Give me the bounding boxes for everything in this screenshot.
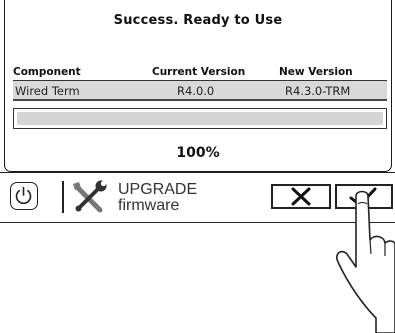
progress-percent: 100%	[176, 145, 220, 161]
pointing-hand-icon	[336, 190, 395, 333]
close-x-icon	[291, 187, 311, 206]
column-header-new-version: New Version	[279, 66, 353, 78]
power-button[interactable]	[10, 182, 38, 210]
cell-component: Wired Term	[15, 84, 80, 98]
toolbar-label-firmware: firmware	[118, 197, 180, 214]
cell-current-version: R4.0.0	[177, 84, 215, 98]
upgrade-status-panel: Success. Ready to Use Component Current …	[4, 0, 392, 172]
cancel-button[interactable]	[271, 184, 331, 209]
column-header-component: Component	[13, 66, 81, 78]
wrench-screwdriver-icon	[73, 180, 107, 213]
table-header: Component Current Version New Version	[13, 63, 387, 81]
table-row: Wired Term R4.0.0 R4.3.0-TRM	[13, 81, 387, 101]
column-header-current-version: Current Version	[152, 66, 246, 78]
progress-bar	[13, 108, 387, 129]
toolbar-label-upgrade: UPGRADE	[118, 181, 198, 198]
cell-new-version: R4.3.0-TRM	[285, 84, 351, 98]
status-title: Success. Ready to Use	[113, 13, 283, 28]
version-table: Component Current Version New Version Wi…	[13, 63, 387, 101]
toolbar-divider	[62, 181, 64, 213]
power-icon	[15, 186, 32, 205]
progress-bar-fill	[17, 112, 383, 125]
